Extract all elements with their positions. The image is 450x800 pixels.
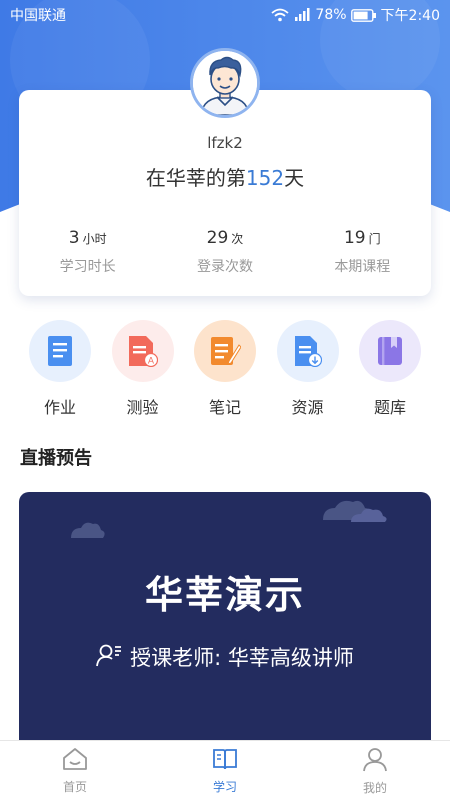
teacher-text: 授课老师: 华莘高级讲师 <box>130 646 354 670</box>
nav-label: 我的 <box>362 780 387 795</box>
section-title-live: 直播预告 <box>20 448 92 469</box>
homework-icon <box>29 320 91 382</box>
svg-text:A: A <box>147 357 154 367</box>
status-bar: 中国联通 78% 下午2:40 <box>0 0 450 30</box>
stat-study-hours[interactable]: 3 小时 学习时长 <box>19 228 156 276</box>
shortcut-grid: 作业 A 测验 笔记 资源 题库 <box>19 320 431 418</box>
shortcut-label: 资源 <box>291 398 324 417</box>
wifi-icon <box>271 8 290 22</box>
study-book-icon <box>212 747 238 774</box>
shortcut-label: 作业 <box>43 398 76 417</box>
stat-unit: 小时 <box>82 232 107 246</box>
days-suffix: 天 <box>284 166 305 190</box>
nav-study[interactable]: 学习 <box>150 741 300 800</box>
stat-courses[interactable]: 19 门 本期课程 <box>294 228 431 276</box>
live-preview-card[interactable]: 华莘演示 授课老师: 华莘高级讲师 <box>19 492 431 740</box>
bottom-nav: 首页 学习 我的 <box>0 740 450 800</box>
stat-value: 3 <box>68 228 80 248</box>
shortcut-question-bank[interactable]: 题库 <box>359 320 421 418</box>
stat-value: 29 <box>206 228 229 248</box>
nav-profile[interactable]: 我的 <box>300 741 450 800</box>
battery-icon <box>350 8 377 22</box>
shortcut-quiz[interactable]: A 测验 <box>111 320 174 418</box>
days-count: 152 <box>245 166 285 190</box>
shortcut-label: 测验 <box>126 398 159 417</box>
teacher-icon <box>96 643 122 672</box>
shortcut-notes[interactable]: 笔记 <box>194 320 256 418</box>
avatar[interactable] <box>190 48 260 118</box>
shortcut-label: 笔记 <box>208 398 241 417</box>
stat-label: 登录次数 <box>196 259 253 275</box>
shortcut-label: 题库 <box>373 398 406 417</box>
nav-label: 学习 <box>212 779 237 794</box>
resources-icon <box>276 320 339 382</box>
stat-label: 学习时长 <box>59 259 116 275</box>
stats-row: 3 小时 学习时长 29 次 登录次数 19 门 本期课程 <box>19 228 431 276</box>
stat-label: 本期课程 <box>334 259 391 275</box>
question-bank-icon <box>359 320 421 382</box>
stat-unit: 次 <box>231 232 244 246</box>
quiz-icon: A <box>111 320 174 382</box>
nav-label: 首页 <box>62 779 87 794</box>
stat-login-count[interactable]: 29 次 登录次数 <box>156 228 293 276</box>
clock-time: 下午2:40 <box>380 8 440 24</box>
stat-value: 19 <box>343 228 366 248</box>
signal-icon <box>293 8 311 22</box>
carrier-name: 中国联通 <box>10 8 66 24</box>
notes-icon <box>194 320 256 382</box>
user-avatar-icon <box>193 51 257 115</box>
battery-percent: 78% <box>315 7 347 23</box>
username: lfzk2 <box>207 134 243 152</box>
days-on-platform: 在华莘的第152天 <box>0 162 450 191</box>
shortcut-homework[interactable]: 作业 <box>29 320 91 418</box>
stat-unit: 门 <box>368 232 381 246</box>
shortcut-resources[interactable]: 资源 <box>276 320 339 418</box>
live-card-title: 华莘演示 <box>144 573 305 617</box>
home-icon <box>62 747 88 774</box>
profile-icon <box>362 746 388 775</box>
nav-home[interactable]: 首页 <box>0 741 150 800</box>
live-teacher-line: 授课老师: 华莘高级讲师 <box>19 642 431 672</box>
days-prefix: 在华莘的第 <box>145 166 246 190</box>
